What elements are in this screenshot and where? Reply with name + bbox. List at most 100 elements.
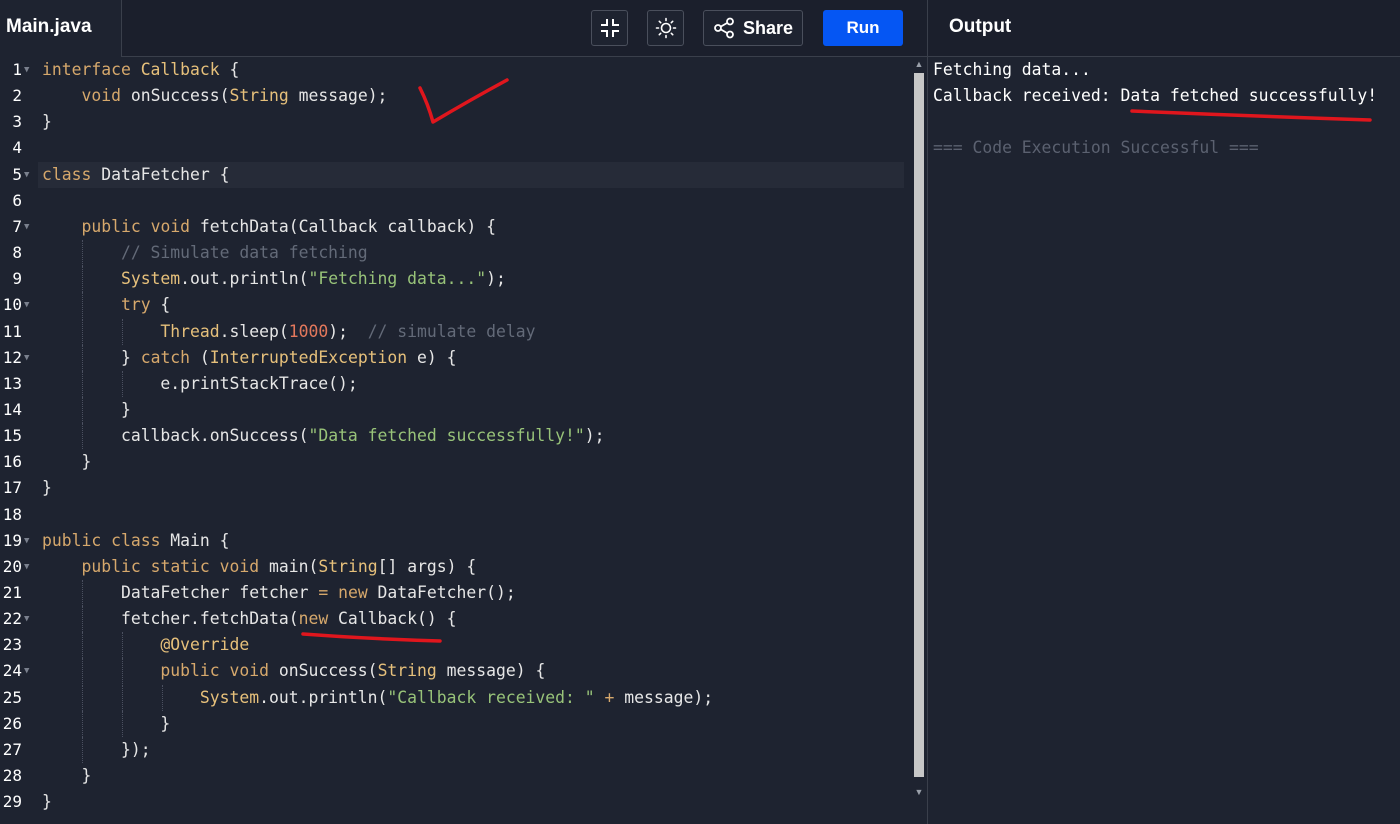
theme-toggle-button[interactable]	[647, 10, 684, 46]
indent-guide	[82, 606, 83, 633]
code-text[interactable]: }	[38, 710, 904, 737]
code-line-29[interactable]: 29}	[0, 789, 912, 815]
fold-arrow-icon[interactable]: ▼	[24, 162, 29, 188]
fold-arrow-icon[interactable]: ▼	[24, 606, 29, 632]
code-line-22[interactable]: 22 ▼ fetcher.fetchData(new Callback() {	[0, 606, 912, 633]
share-button-label: Share	[742, 17, 794, 38]
code-token: System	[120, 269, 181, 289]
code-line-11[interactable]: 11 Thread.sleep(1000); // simulate delay	[0, 318, 912, 345]
code-text[interactable]: } catch (InterruptedException e) {	[38, 344, 904, 371]
code-token: void	[229, 661, 269, 681]
code-line-26[interactable]: 26 }	[0, 710, 912, 737]
code-line-19[interactable]: 19 ▼ public class Main {	[0, 528, 912, 554]
fold-arrow-icon[interactable]: ▼	[24, 57, 29, 83]
code-text[interactable]	[38, 188, 904, 214]
tab-main-java[interactable]: Main.java	[0, 0, 122, 57]
code-line-10[interactable]: 10 ▼ try {	[0, 292, 912, 319]
code-line-2[interactable]: 2 void onSuccess(String message);	[0, 83, 912, 109]
code-text[interactable]: }	[38, 109, 904, 135]
code-token: new	[298, 609, 329, 629]
code-line-20[interactable]: 20 ▼ public static void main(String[] arg…	[0, 554, 912, 580]
code-text[interactable]: public class Main {	[38, 528, 904, 554]
code-text[interactable]: e.printStackTrace();	[38, 370, 904, 397]
code-line-23[interactable]: 23 @Override	[0, 632, 912, 659]
code-text[interactable]: interface Callback {	[38, 57, 904, 83]
code-token: void	[81, 86, 121, 106]
line-number: 15	[2, 426, 22, 446]
code-line-18[interactable]: 18	[0, 502, 912, 528]
code-text[interactable]: });	[38, 736, 904, 763]
fold-arrow-icon[interactable]: ▼	[24, 554, 29, 580]
code-text[interactable]	[38, 502, 904, 528]
scroll-up-arrow-icon[interactable]: ▲	[914, 59, 924, 69]
code-line-9[interactable]: 9 System.out.println("Fetching data...")…	[0, 266, 912, 293]
fold-arrow-icon[interactable]: ▼	[24, 214, 29, 240]
code-token: }	[120, 399, 131, 419]
fullscreen-toggle-button[interactable]	[591, 10, 628, 46]
code-token: );	[328, 321, 368, 341]
code-line-5[interactable]: 5 ▼ class DataFetcher {	[0, 161, 912, 188]
code-line-27[interactable]: 27 });	[0, 736, 912, 763]
line-number: 25	[2, 687, 22, 707]
code-line-21[interactable]: 21 DataFetcher fetcher = new DataFetcher…	[0, 580, 912, 606]
code-text[interactable]	[38, 135, 904, 161]
line-number: 22	[2, 609, 22, 629]
code-line-13[interactable]: 13 e.printStackTrace();	[0, 370, 912, 397]
code-text[interactable]: System.out.println("Callback received: "…	[38, 684, 904, 711]
code-text[interactable]: }	[38, 449, 904, 475]
code-text[interactable]: public static void main(String[] args) {	[38, 554, 904, 580]
code-text[interactable]: try {	[38, 292, 904, 319]
indent-guide	[122, 370, 123, 397]
fold-arrow-icon[interactable]: ▼	[24, 345, 29, 371]
scroll-down-arrow-icon[interactable]: ▼	[914, 787, 924, 797]
code-text[interactable]: fetcher.fetchData(new Callback() {	[38, 606, 904, 633]
code-line-17[interactable]: 17}	[0, 475, 912, 501]
fold-arrow-icon[interactable]: ▼	[24, 292, 29, 318]
code-line-24[interactable]: 24 ▼ public void onSuccess(String message…	[0, 658, 912, 685]
code-line-14[interactable]: 14 }	[0, 396, 912, 423]
code-line-12[interactable]: 12 ▼ } catch (InterruptedException e) {	[0, 344, 912, 371]
code-line-25[interactable]: 25 System.out.println("Callback received…	[0, 684, 912, 711]
code-text[interactable]: DataFetcher fetcher = new DataFetcher();	[38, 580, 904, 606]
code-text[interactable]: void onSuccess(String message);	[38, 83, 904, 109]
panel-divider[interactable]	[927, 0, 928, 824]
code-token: DataFetcher fetcher	[120, 583, 319, 602]
editor-scrollbar-thumb[interactable]	[914, 73, 924, 777]
code-line-4[interactable]: 4	[0, 135, 912, 161]
indent-guide	[82, 580, 83, 606]
line-number: 2	[12, 86, 22, 106]
code-text[interactable]: }	[38, 789, 904, 815]
code-line-6[interactable]: 6	[0, 188, 912, 214]
editor-scrollbar[interactable]: ▲ ▼	[912, 57, 926, 824]
code-text[interactable]: public void onSuccess(String message) {	[38, 658, 904, 685]
code-text[interactable]: System.out.println("Fetching data...");	[38, 266, 904, 293]
indent-guide	[122, 632, 123, 659]
code-token: });	[120, 739, 151, 759]
code-line-8[interactable]: 8 // Simulate data fetching	[0, 240, 912, 267]
run-button[interactable]: Run	[823, 10, 903, 46]
code-text[interactable]: public void fetchData(Callback callback)…	[38, 214, 904, 240]
share-button[interactable]: Share	[703, 10, 803, 46]
code-token: message) {	[436, 661, 546, 681]
code-text[interactable]: }	[38, 763, 904, 789]
fold-arrow-icon[interactable]: ▼	[24, 528, 29, 554]
code-line-15[interactable]: 15 callback.onSuccess("Data fetched succ…	[0, 423, 912, 450]
code-text[interactable]: class DataFetcher {	[38, 161, 904, 188]
code-text[interactable]: Thread.sleep(1000); // simulate delay	[38, 318, 904, 345]
code-editor[interactable]: 1 ▼ interface Callback {2 void onSuccess(S…	[0, 57, 927, 824]
code-line-28[interactable]: 28 }	[0, 763, 912, 789]
fold-arrow-icon[interactable]: ▼	[24, 658, 29, 684]
code-line-1[interactable]: 1 ▼ interface Callback {	[0, 57, 912, 83]
code-text[interactable]: }	[38, 475, 904, 501]
code-line-3[interactable]: 3}	[0, 109, 912, 135]
code-line-7[interactable]: 7 ▼ public void fetchData(Callback callba…	[0, 214, 912, 240]
code-text[interactable]: callback.onSuccess("Data fetched success…	[38, 423, 904, 450]
code-text[interactable]: }	[38, 396, 904, 423]
code-text[interactable]: // Simulate data fetching	[38, 240, 904, 267]
code-text[interactable]: @Override	[38, 632, 904, 659]
code-line-16[interactable]: 16 }	[0, 449, 912, 475]
